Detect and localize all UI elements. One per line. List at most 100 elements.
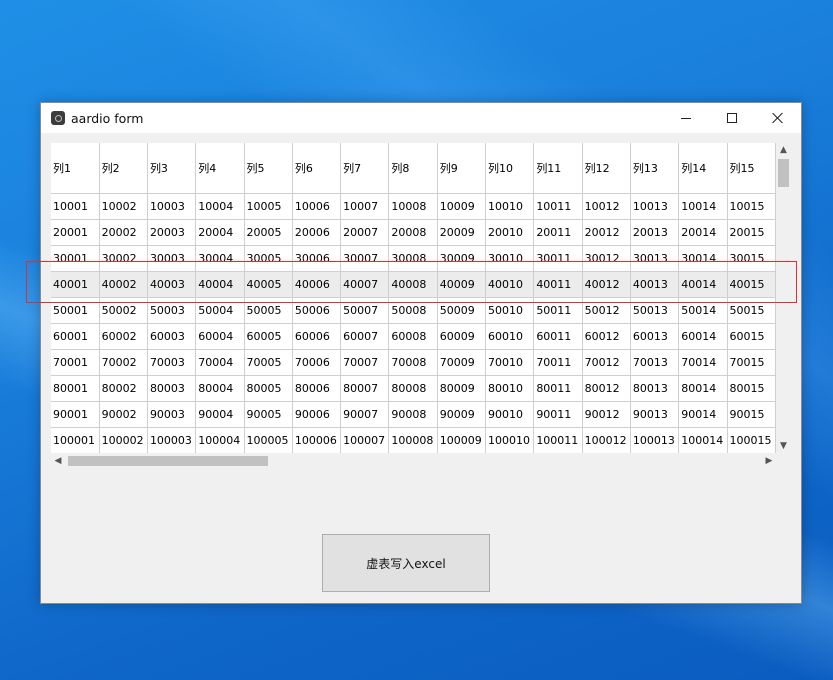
scroll-down-icon[interactable]: ▼	[776, 439, 791, 453]
table-cell[interactable]: 30005	[243, 244, 293, 272]
table-cell[interactable]: 60013	[629, 322, 680, 350]
table-cell[interactable]: 50010	[485, 296, 535, 324]
table-cell[interactable]: 80013	[629, 374, 680, 402]
table-row[interactable]: 30001 30002 30003 30004 30005 30006 30007 30008…	[51, 244, 776, 272]
table-cell[interactable]: 70008	[388, 348, 438, 376]
table-cell[interactable]: 100015	[726, 426, 776, 453]
table-row[interactable]: 80001 80002 80003 80004 80005 80006 80007 80008…	[51, 374, 776, 402]
table-cell[interactable]: 90014	[678, 400, 728, 428]
table-cell[interactable]: 70013	[629, 348, 680, 376]
horizontal-scrollbar[interactable]: ◀ ▶	[51, 453, 776, 469]
table-cell[interactable]: 60006	[291, 322, 342, 350]
table-cell[interactable]: 60010	[485, 322, 535, 350]
column-header[interactable]: 列12	[581, 143, 631, 194]
table-cell[interactable]: 60002	[98, 322, 148, 350]
table-cell[interactable]: 80007	[340, 374, 390, 402]
table-cell[interactable]: 10012	[581, 192, 631, 220]
table-cell[interactable]: 40004	[195, 270, 245, 298]
table-cell[interactable]: 40002	[98, 270, 148, 298]
column-header[interactable]: 列13	[629, 143, 680, 194]
table-cell[interactable]: 50007	[340, 296, 390, 324]
table-cell[interactable]: 20009	[436, 218, 487, 246]
table-cell[interactable]: 10006	[291, 192, 342, 220]
table-cell[interactable]: 30009	[436, 244, 487, 272]
table-cell[interactable]: 50001	[51, 296, 100, 324]
table-cell[interactable]: 90005	[243, 400, 293, 428]
table-cell[interactable]: 40015	[726, 270, 776, 298]
table-cell[interactable]: 100014	[678, 426, 728, 453]
table-cell[interactable]: 70006	[291, 348, 342, 376]
table-cell[interactable]: 90006	[291, 400, 342, 428]
table-cell[interactable]: 50014	[678, 296, 728, 324]
table-cell[interactable]: 20003	[146, 218, 197, 246]
table-cell[interactable]: 70012	[581, 348, 631, 376]
table-cell[interactable]: 10004	[195, 192, 245, 220]
table-cell[interactable]: 60009	[436, 322, 487, 350]
table-row[interactable]: 10001 10002 10003 10004 10005 10006 10007 10008…	[51, 192, 776, 220]
table-cell[interactable]: 100003	[146, 426, 197, 453]
column-header[interactable]: 列10	[485, 143, 535, 194]
table-cell[interactable]: 50013	[629, 296, 680, 324]
table-cell[interactable]: 60012	[581, 322, 631, 350]
table-cell[interactable]: 100012	[581, 426, 631, 453]
table-cell[interactable]: 50006	[291, 296, 342, 324]
table-cell[interactable]: 90013	[629, 400, 680, 428]
table-cell[interactable]: 60004	[195, 322, 245, 350]
table-cell[interactable]: 70015	[726, 348, 776, 376]
table-cell[interactable]: 50015	[726, 296, 776, 324]
table-cell[interactable]: 20004	[195, 218, 245, 246]
scroll-up-icon[interactable]: ▲	[776, 143, 791, 157]
table-cell[interactable]: 90012	[581, 400, 631, 428]
column-header[interactable]: 列9	[436, 143, 487, 194]
table-cell[interactable]: 20001	[51, 218, 100, 246]
table-cell[interactable]: 70004	[195, 348, 245, 376]
table-cell[interactable]: 30006	[291, 244, 342, 272]
table-cell[interactable]: 10013	[629, 192, 680, 220]
table-cell[interactable]: 10010	[485, 192, 535, 220]
table-cell[interactable]: 30013	[629, 244, 680, 272]
table-cell[interactable]: 70005	[243, 348, 293, 376]
table-cell[interactable]: 20005	[243, 218, 293, 246]
table-cell[interactable]: 60015	[726, 322, 776, 350]
table-cell[interactable]: 10014	[678, 192, 728, 220]
table-cell[interactable]: 60011	[533, 322, 583, 350]
table-cell[interactable]: 100011	[533, 426, 583, 453]
table-cell[interactable]: 30011	[533, 244, 583, 272]
table-cell[interactable]: 30004	[195, 244, 245, 272]
table-cell[interactable]: 80009	[436, 374, 487, 402]
table-cell[interactable]: 30010	[485, 244, 535, 272]
close-button[interactable]	[755, 103, 801, 133]
table-cell[interactable]: 50004	[195, 296, 245, 324]
table-cell[interactable]: 50003	[146, 296, 197, 324]
table-row[interactable]: 90001 90002 90003 90004 90005 90006 90007 90008…	[51, 400, 776, 428]
data-grid[interactable]: 列1 列2 列3 列4 列5 列6 列7 列8 列9 列10 列11 列12 列13 列14 列15 100…	[51, 143, 791, 469]
table-cell[interactable]: 20014	[678, 218, 728, 246]
title-bar[interactable]: aardio form	[41, 103, 801, 133]
column-header[interactable]: 列7	[340, 143, 390, 194]
table-cell[interactable]: 60008	[388, 322, 438, 350]
table-cell[interactable]: 90011	[533, 400, 583, 428]
table-cell[interactable]: 50012	[581, 296, 631, 324]
table-cell[interactable]: 30014	[678, 244, 728, 272]
table-cell[interactable]: 10007	[340, 192, 390, 220]
table-cell[interactable]: 60007	[340, 322, 390, 350]
column-header[interactable]: 列4	[195, 143, 245, 194]
table-cell[interactable]: 30007	[340, 244, 390, 272]
column-header[interactable]: 列5	[243, 143, 293, 194]
column-header[interactable]: 列14	[678, 143, 728, 194]
table-cell[interactable]: 100004	[195, 426, 245, 453]
table-cell[interactable]: 100005	[243, 426, 293, 453]
table-row[interactable]: 20001 20002 20003 20004 20005 20006 20007 20008…	[51, 218, 776, 246]
table-row[interactable]: 50001 50002 50003 50004 50005 50006 50007 50008…	[51, 296, 776, 324]
table-cell[interactable]: 40010	[485, 270, 535, 298]
table-cell[interactable]: 30002	[98, 244, 148, 272]
table-cell[interactable]: 70001	[51, 348, 100, 376]
table-cell[interactable]: 10001	[51, 192, 100, 220]
table-cell[interactable]: 40009	[436, 270, 487, 298]
table-cell[interactable]: 40001	[51, 270, 100, 298]
table-cell[interactable]: 80008	[388, 374, 438, 402]
table-cell[interactable]: 100009	[436, 426, 487, 453]
table-cell[interactable]: 60003	[146, 322, 197, 350]
table-cell[interactable]: 10009	[436, 192, 487, 220]
table-cell[interactable]: 10015	[726, 192, 776, 220]
